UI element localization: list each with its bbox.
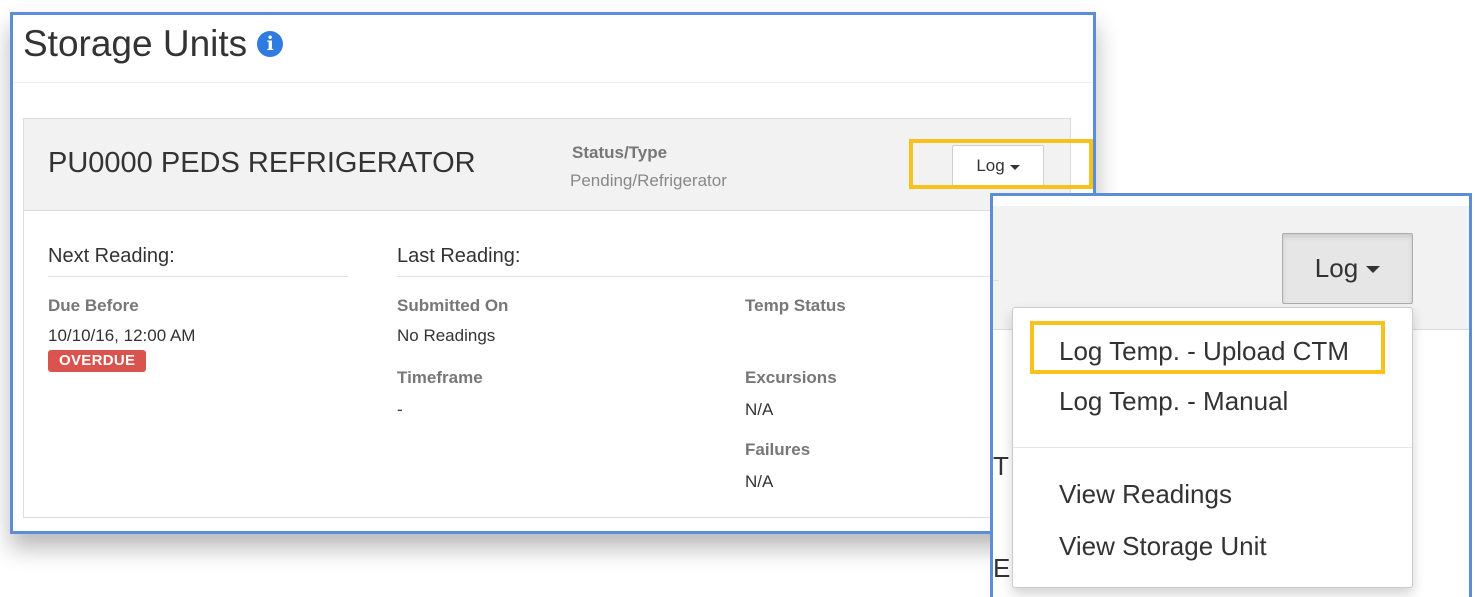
failures-label: Failures bbox=[745, 440, 811, 459]
submitted-on-value: No Readings bbox=[397, 326, 496, 345]
menu-item-view-readings[interactable]: View Readings bbox=[1059, 479, 1232, 510]
last-reading-heading: Last Reading: bbox=[397, 245, 521, 267]
upload-ctm-highlight bbox=[1030, 321, 1385, 374]
storage-unit-panel-heading: PU0000 PEDS REFRIGERATOR Status/Type Pen… bbox=[24, 119, 1093, 211]
last-reading-divider bbox=[397, 276, 1037, 277]
menu-divider bbox=[1013, 447, 1412, 448]
overdue-badge: OVERDUE bbox=[48, 350, 147, 372]
zoom-log-dropdown-button[interactable]: Log bbox=[1282, 233, 1413, 304]
timeframe-label: Timeframe bbox=[397, 368, 483, 387]
caret-down-icon bbox=[1366, 266, 1381, 273]
info-circle-icon[interactable]: i bbox=[257, 31, 284, 57]
zoom-divider bbox=[993, 280, 999, 281]
storage-unit-panel: PU0000 PEDS REFRIGERATOR Status/Type Pen… bbox=[23, 118, 1093, 518]
title-divider bbox=[13, 82, 1093, 83]
status-type-label: Status/Type bbox=[572, 143, 668, 162]
partial-label-text: T bbox=[993, 451, 1009, 481]
zoom-log-button-label: Log bbox=[1314, 253, 1359, 283]
due-before-label: Due Before bbox=[48, 296, 139, 315]
storage-units-window: Storage Units i PU0000 PEDS REFRIGERATOR… bbox=[10, 12, 1096, 534]
submitted-on-label: Submitted On bbox=[397, 296, 509, 315]
log-button-highlight bbox=[909, 139, 1093, 189]
status-type-value: Pending/Refrigerator bbox=[570, 171, 727, 190]
failures-value: N/A bbox=[745, 472, 774, 491]
partial-label-text: E bbox=[993, 553, 1011, 583]
menu-item-view-storage-unit[interactable]: View Storage Unit bbox=[1059, 531, 1267, 562]
next-reading-divider bbox=[48, 276, 348, 277]
log-menu-zoom-window: Log T E Log Temp. - Upload CTM Log Temp.… bbox=[990, 193, 1472, 597]
temp-status-label: Temp Status bbox=[745, 296, 846, 315]
due-before-value: 10/10/16, 12:00 AM bbox=[48, 326, 196, 345]
next-reading-heading: Next Reading: bbox=[48, 245, 175, 267]
excursions-label: Excursions bbox=[745, 368, 837, 387]
menu-item-log-temp-manual[interactable]: Log Temp. - Manual bbox=[1059, 386, 1288, 417]
unit-name: PU0000 PEDS REFRIGERATOR bbox=[48, 147, 476, 179]
page-title: Storage Units i bbox=[23, 23, 284, 65]
page-title-text: Storage Units bbox=[23, 23, 248, 64]
excursions-value: N/A bbox=[745, 400, 774, 419]
timeframe-value: - bbox=[397, 400, 403, 419]
